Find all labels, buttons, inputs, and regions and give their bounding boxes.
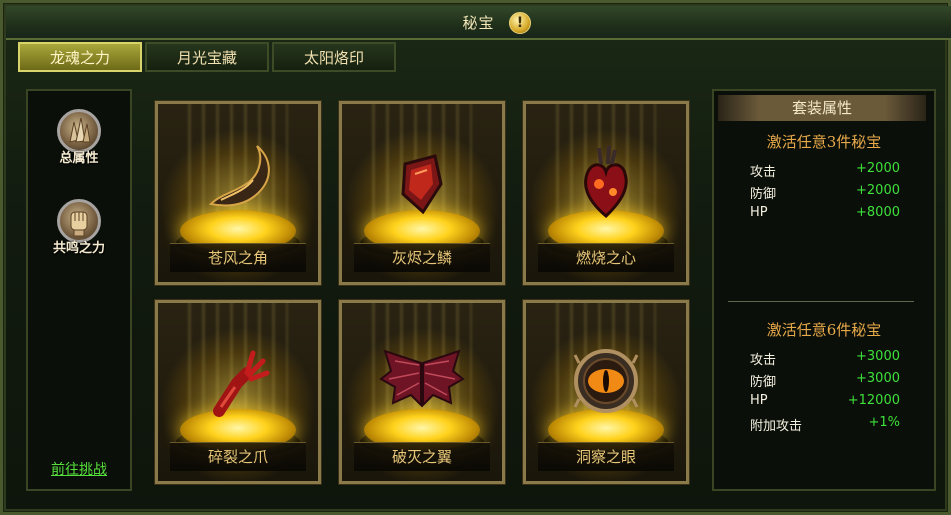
wings-icon <box>379 349 465 408</box>
total-attributes-button[interactable]: 总属性 <box>28 109 130 166</box>
stat-name: HP <box>750 393 768 408</box>
exclamation-icon[interactable]: ! <box>509 12 531 34</box>
tab-sun-brand[interactable]: 太阳烙印 <box>272 42 396 72</box>
stat-value: +2000 <box>856 183 900 198</box>
stat-name: 攻击 <box>750 165 777 180</box>
tab-moonlight-treasure[interactable]: 月光宝藏 <box>145 42 269 72</box>
treasure-name: 破灭之翼 <box>354 442 490 471</box>
stat-row: 攻击 +3000 <box>750 349 900 371</box>
stat-row: 防御 +3000 <box>750 371 900 393</box>
heart-icon <box>584 145 628 219</box>
divider <box>728 301 914 302</box>
title-bar: 秘宝 ! <box>6 6 951 40</box>
stat-value: +1% <box>868 415 900 430</box>
stat-name: HP <box>750 205 768 220</box>
stat-name: 攻击 <box>750 353 777 368</box>
window-title: 秘宝 <box>462 14 495 32</box>
treasure-card[interactable]: 洞察之眼 <box>522 299 690 485</box>
stat-value: +2000 <box>856 161 900 176</box>
horn-icon <box>208 145 270 207</box>
stat-value: +8000 <box>856 205 900 220</box>
set-tier-heading: 激活任意3件秘宝 <box>766 133 882 151</box>
tab-dragon-soul[interactable]: 龙魂之力 <box>18 42 142 72</box>
stat-row: HP +12000 <box>750 393 900 415</box>
go-challenge-link[interactable]: 前往挑战 <box>28 459 130 479</box>
stat-name: 防御 <box>750 375 777 390</box>
stat-value: +12000 <box>847 393 900 408</box>
scale-icon <box>401 154 443 215</box>
treasure-name: 苍风之角 <box>170 243 306 272</box>
set-tier-heading: 激活任意6件秘宝 <box>766 321 882 339</box>
stat-row: 附加攻击 +1% <box>750 415 900 437</box>
eye-icon <box>573 349 639 413</box>
resonance-button[interactable]: 共鸣之力 <box>28 199 130 256</box>
treasure-name: 燃烧之心 <box>538 243 674 272</box>
treasure-name: 洞察之眼 <box>538 442 674 471</box>
treasure-card[interactable]: 苍风之角 <box>154 100 322 286</box>
resonance-label: 共鸣之力 <box>52 241 105 256</box>
treasure-card[interactable]: 燃烧之心 <box>522 100 690 286</box>
stat-name: 附加攻击 <box>750 419 803 434</box>
stat-value: +3000 <box>856 371 900 386</box>
stat-row: 攻击 +2000 <box>750 161 900 183</box>
treasure-card[interactable]: 灰烬之鳞 <box>338 100 506 286</box>
set-bonus-panel: 套装属性 激活任意3件秘宝 攻击 +2000 防御 +2000 HP +8000… <box>712 89 936 491</box>
treasure-name: 碎裂之爪 <box>170 442 306 471</box>
stat-name: 防御 <box>750 187 777 202</box>
stat-row: 防御 +2000 <box>750 183 900 205</box>
stat-row: HP +8000 <box>750 205 900 227</box>
set-bonus-title: 套装属性 <box>718 95 926 121</box>
treasure-window: 秘宝 ! 龙魂之力 月光宝藏 太阳烙印 总属性 共鸣之力 前往挑战 苍风之角 灰… <box>0 0 951 515</box>
treasure-name: 灰烬之鳞 <box>354 243 490 272</box>
total-attributes-label: 总属性 <box>59 151 99 166</box>
treasure-card[interactable]: 破灭之翼 <box>338 299 506 485</box>
side-menu: 总属性 共鸣之力 前往挑战 <box>26 89 132 491</box>
claw-icon <box>213 350 270 417</box>
treasure-card[interactable]: 碎裂之爪 <box>154 299 322 485</box>
stat-value: +3000 <box>856 349 900 364</box>
